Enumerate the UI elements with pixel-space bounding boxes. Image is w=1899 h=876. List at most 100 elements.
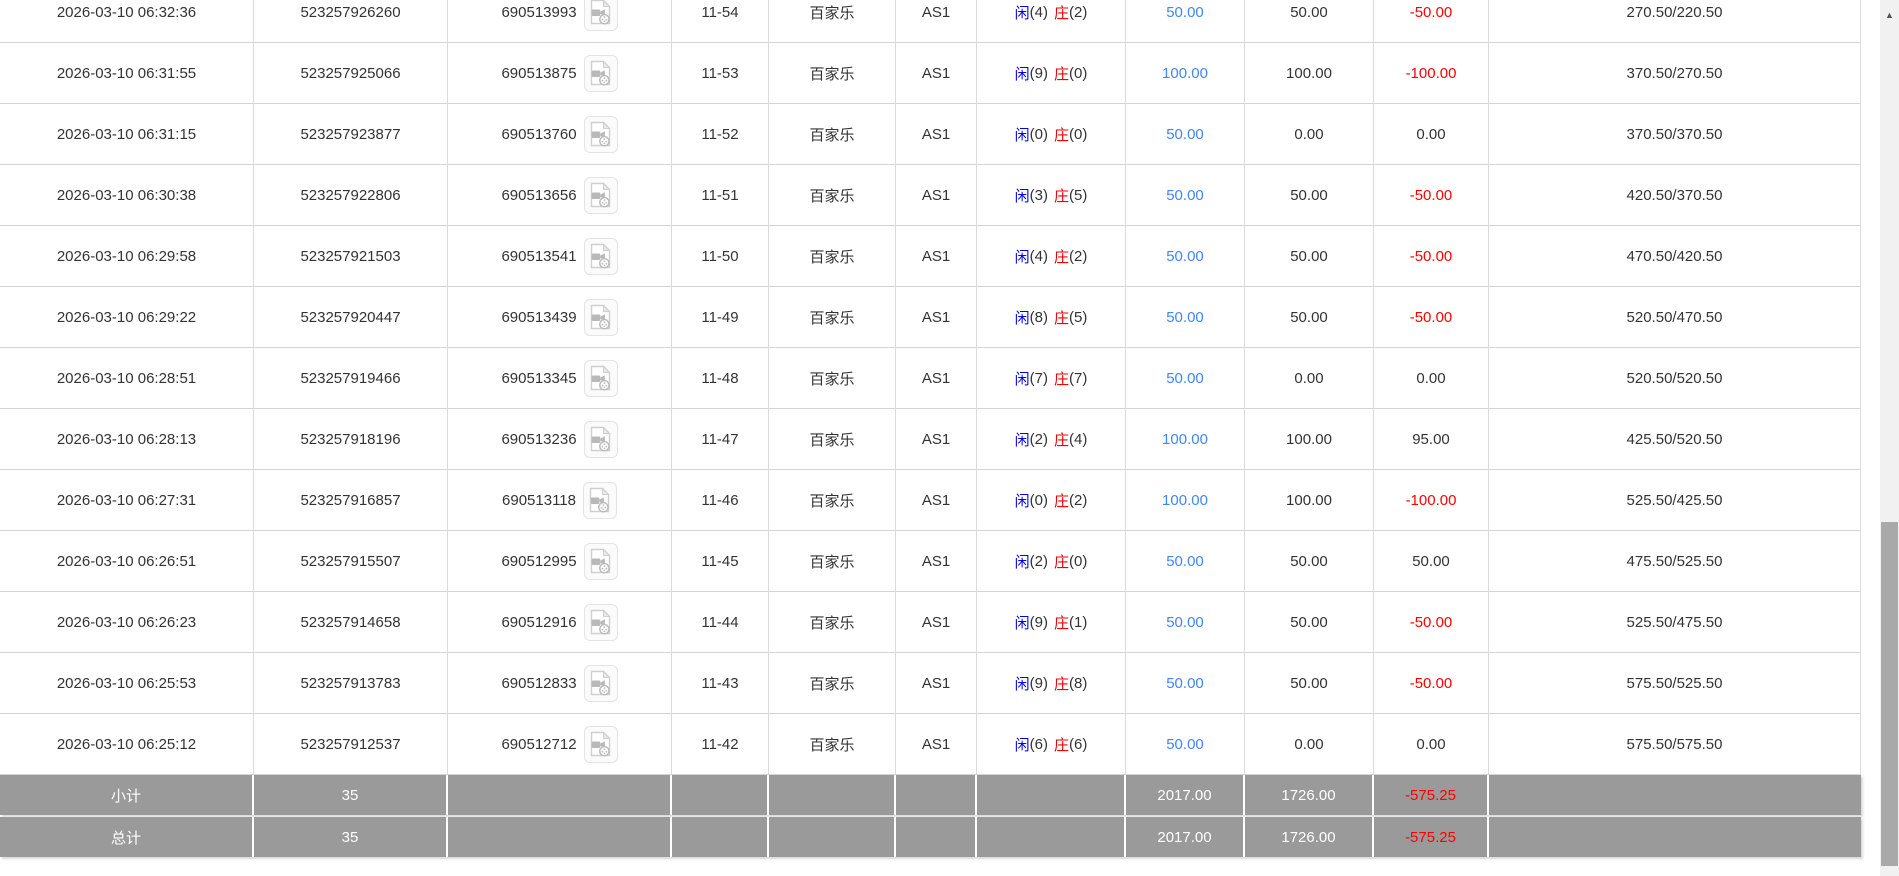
video-replay-button[interactable] <box>583 176 618 214</box>
cell-win-loss: 0.00 <box>1374 348 1489 409</box>
cell-result: 闲 (2) 庄 (0) <box>977 531 1126 592</box>
bet-amount-link[interactable]: 100.00 <box>1162 492 1208 509</box>
bet-amount-link[interactable]: 50.00 <box>1166 553 1204 570</box>
bet-amount-link[interactable]: 50.00 <box>1166 248 1204 265</box>
bet-time-text: 2026-03-10 06:32:36 <box>56 3 197 21</box>
cell-balance: 575.50/575.50 <box>1489 714 1861 775</box>
bet-time-text: 2026-03-10 06:26:51 <box>56 552 197 570</box>
bet-amount-link[interactable]: 50.00 <box>1166 309 1204 326</box>
round-text: 11-53 <box>701 64 739 82</box>
order-no-text: 523257926260 <box>300 3 401 21</box>
game-type-text: 百家乐 <box>809 65 855 83</box>
table-id-text: AS1 <box>921 735 951 753</box>
cell-game-type: 百家乐 <box>769 165 896 226</box>
win-loss-text: -50.00 <box>1409 186 1453 204</box>
bet-amount-link[interactable]: 50.00 <box>1166 4 1204 21</box>
order-no-text: 523257920447 <box>300 308 401 326</box>
banker-count: (5) <box>1069 308 1088 326</box>
cell-order-no: 523257923877 <box>254 104 448 165</box>
banker-label: 庄 <box>1054 614 1070 632</box>
bet-amount-link[interactable]: 50.00 <box>1166 614 1204 631</box>
video-replay-icon <box>590 0 611 25</box>
valid-amount-text: 100.00 <box>1286 491 1332 509</box>
cell-order-no: 523257912537 <box>254 714 448 775</box>
video-replay-button[interactable] <box>583 359 618 397</box>
win-loss-text: -100.00 <box>1405 491 1457 509</box>
bet-amount-link[interactable]: 100.00 <box>1162 431 1208 448</box>
cell-result: 闲 (7) 庄 (7) <box>977 348 1126 409</box>
cell-bet-amount: 50.00 <box>1126 531 1245 592</box>
game-type-text: 百家乐 <box>809 187 855 205</box>
video-replay-button[interactable] <box>583 54 618 92</box>
total-bet-cell: 2017.00 <box>1126 817 1245 857</box>
cell-bet-amount: 100.00 <box>1126 409 1245 470</box>
bet-amount-link[interactable]: 50.00 <box>1166 126 1204 143</box>
order-no-text: 523257918196 <box>300 430 401 448</box>
balance-text: 370.50/270.50 <box>1626 64 1723 82</box>
subtotal-count-cell: 35 <box>254 775 448 815</box>
cell-result: 闲 (0) 庄 (0) <box>977 104 1126 165</box>
game-type-text: 百家乐 <box>809 553 855 571</box>
scrollbar-thumb[interactable] <box>1881 522 1898 866</box>
round-text: 11-48 <box>701 369 739 387</box>
scrollbar-up-arrow-icon[interactable]: ▲ <box>1880 6 1899 24</box>
video-replay-icon <box>590 486 611 513</box>
player-count: (4) <box>1029 247 1048 265</box>
subtotal-empty-cell <box>448 775 672 815</box>
balance-text: 370.50/370.50 <box>1626 125 1723 143</box>
bet-amount-link[interactable]: 50.00 <box>1166 370 1204 387</box>
video-replay-button[interactable] <box>583 237 618 275</box>
cell-table-id: AS1 <box>896 592 977 653</box>
cell-order-no: 523257925066 <box>254 43 448 104</box>
cell-bet-time: 2026-03-10 06:28:13 <box>0 409 254 470</box>
video-replay-icon <box>590 364 611 391</box>
video-replay-button[interactable] <box>583 542 618 580</box>
cell-win-loss: 0.00 <box>1374 714 1489 775</box>
balance-text: 525.50/475.50 <box>1626 613 1723 631</box>
balance-text: 475.50/525.50 <box>1626 552 1723 570</box>
round-text: 11-52 <box>701 125 739 143</box>
subtotal-count: 35 <box>341 786 359 804</box>
player-count: (3) <box>1029 186 1048 204</box>
cell-result: 闲 (9) 庄 (1) <box>977 592 1126 653</box>
banker-count: (0) <box>1069 125 1088 143</box>
balance-text: 420.50/370.50 <box>1626 186 1723 204</box>
banker-count: (0) <box>1069 64 1088 82</box>
cell-win-loss: -50.00 <box>1374 165 1489 226</box>
vertical-scrollbar[interactable]: ▲ <box>1880 0 1899 876</box>
bet-time-text: 2026-03-10 06:25:12 <box>56 735 197 753</box>
order-no-text: 523257915507 <box>300 552 401 570</box>
cell-balance: 525.50/425.50 <box>1489 470 1861 531</box>
cell-balance: 420.50/370.50 <box>1489 165 1861 226</box>
bet-amount-link[interactable]: 100.00 <box>1162 65 1208 82</box>
order-no-text: 523257921503 <box>300 247 401 265</box>
cell-game-type: 百家乐 <box>769 226 896 287</box>
video-replay-button[interactable] <box>583 298 618 336</box>
video-replay-button[interactable] <box>583 664 618 702</box>
subtotal-winloss-cell: -575.25 <box>1374 775 1489 815</box>
table-row: 2026-03-10 06:26:23 523257914658 6905129… <box>0 592 1861 653</box>
bet-amount-link[interactable]: 50.00 <box>1166 736 1204 753</box>
video-replay-button[interactable] <box>583 115 618 153</box>
cell-balance: 270.50/220.50 <box>1489 0 1861 43</box>
total-count-cell: 35 <box>254 817 448 857</box>
win-loss-text: 0.00 <box>1416 369 1446 387</box>
table-body: 2026-03-10 06:32:36 523257926260 6905139… <box>0 0 1861 775</box>
player-label: 闲 <box>1014 187 1030 205</box>
game-no-text: 690513439 <box>501 308 577 326</box>
video-replay-button[interactable] <box>583 0 618 31</box>
video-replay-button[interactable] <box>582 481 617 519</box>
total-balance-cell <box>1489 817 1861 857</box>
table-row: 2026-03-10 06:31:15 523257923877 6905137… <box>0 104 1861 165</box>
cell-bet-time: 2026-03-10 06:29:58 <box>0 226 254 287</box>
cell-order-no: 523257919466 <box>254 348 448 409</box>
bet-amount-link[interactable]: 50.00 <box>1166 675 1204 692</box>
game-type-text: 百家乐 <box>809 248 855 266</box>
video-replay-button[interactable] <box>583 420 618 458</box>
total-empty-cell <box>769 817 896 857</box>
subtotal-win-loss: -575.25 <box>1405 786 1456 804</box>
bet-amount-link[interactable]: 50.00 <box>1166 187 1204 204</box>
table-id-text: AS1 <box>921 186 951 204</box>
video-replay-button[interactable] <box>583 725 618 763</box>
video-replay-button[interactable] <box>583 603 618 641</box>
